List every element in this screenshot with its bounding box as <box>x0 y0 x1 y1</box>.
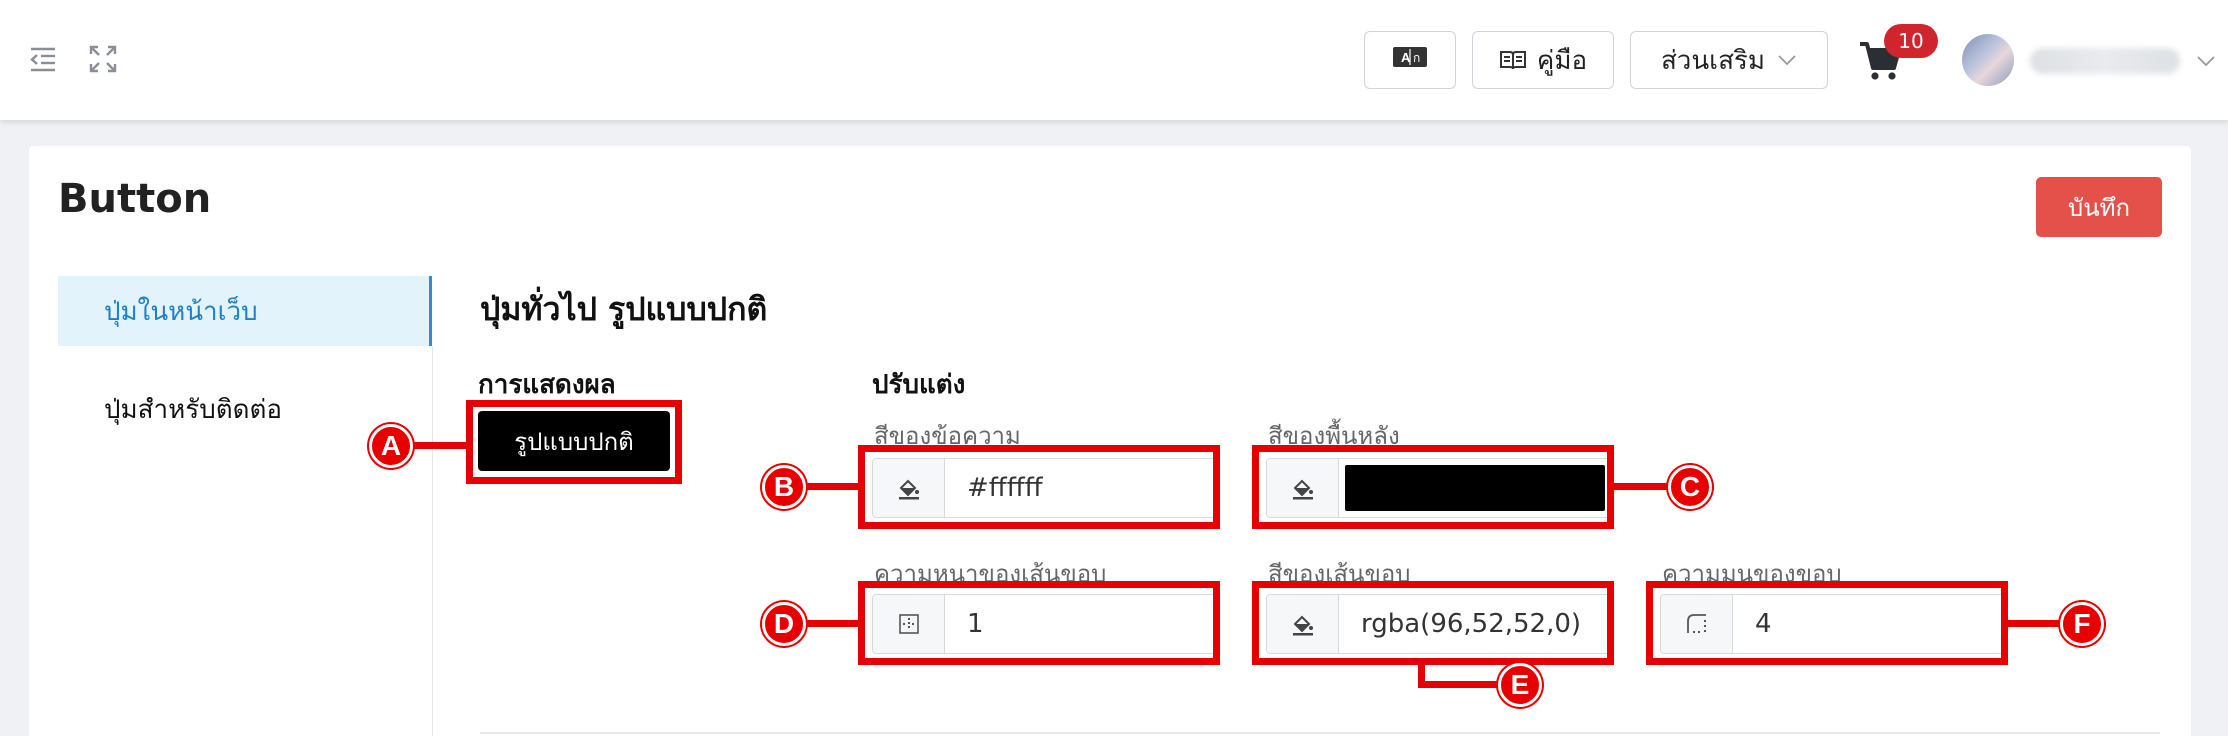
annotation-box-a <box>466 400 682 484</box>
translate-button[interactable]: Aก <box>1364 31 1456 89</box>
book-icon <box>1499 48 1527 72</box>
annotation-marker-a: A <box>369 424 413 468</box>
annotation-box-b <box>858 445 1220 529</box>
annotation-connector-d <box>800 620 860 627</box>
annotation-connector-a <box>408 442 468 449</box>
annotation-marker-c: C <box>1668 465 1712 509</box>
sidebar-item-web-buttons[interactable]: ปุ่มในหน้าเว็บ <box>58 276 432 346</box>
annotation-connector-b <box>800 483 860 490</box>
username-blurred[interactable] <box>2030 48 2180 74</box>
top-bar: Aก คู่มือ ส่วนเสริม 10 <box>0 0 2228 120</box>
annotation-box-f <box>1646 581 2008 665</box>
manual-label: คู่มือ <box>1536 45 1588 76</box>
translate-icon: Aก <box>1392 45 1428 75</box>
sidebar-divider <box>432 346 433 736</box>
addons-label: ส่วนเสริม <box>1660 45 1766 76</box>
fullscreen-icon[interactable] <box>88 44 118 74</box>
section-divider <box>480 732 2160 734</box>
collapse-menu-icon[interactable] <box>28 44 58 74</box>
svg-text:ก: ก <box>1413 51 1420 65</box>
annotation-marker-f: F <box>2060 602 2104 646</box>
annotation-box-e <box>1252 581 1614 665</box>
annotation-marker-b: B <box>762 465 806 509</box>
chevron-down-icon <box>1777 54 1797 66</box>
annotation-box-d <box>858 581 1220 665</box>
annotation-box-c <box>1252 445 1614 529</box>
display-heading: การแสดงผล <box>478 370 616 400</box>
annotation-marker-d: D <box>762 602 806 646</box>
chevron-down-icon[interactable] <box>2196 52 2216 71</box>
page-title: Button <box>58 176 212 222</box>
addons-dropdown[interactable]: ส่วนเสริม <box>1630 31 1828 89</box>
save-button[interactable]: บันทึก <box>2036 177 2162 237</box>
annotation-marker-e: E <box>1498 663 1542 707</box>
avatar[interactable] <box>1962 34 2014 86</box>
customize-heading: ปรับแต่ง <box>872 370 966 400</box>
manual-button[interactable]: คู่มือ <box>1472 31 1614 89</box>
cart-count-badge: 10 <box>1884 24 1938 58</box>
section-title: ปุ่มทั่วไป รูปแบบปกติ <box>480 290 768 328</box>
